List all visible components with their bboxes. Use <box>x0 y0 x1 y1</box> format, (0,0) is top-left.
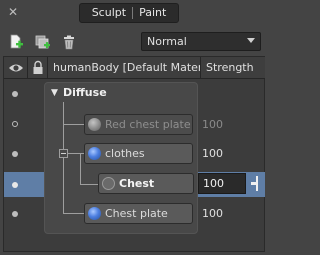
close-icon[interactable]: ✕ <box>6 5 20 19</box>
paint-mode-button[interactable]: Paint <box>133 4 172 22</box>
merge-layer-icon[interactable] <box>35 34 51 50</box>
eye-icon[interactable] <box>4 57 28 79</box>
layer-chest[interactable]: Chest <box>98 173 194 194</box>
blend-mode-value: Normal <box>147 35 187 48</box>
expand-arrow-icon[interactable]: ▼ <box>51 88 58 98</box>
layer-clothes[interactable]: clothes <box>84 143 193 164</box>
strength-slider-handle[interactable] <box>251 174 262 193</box>
material-name-column-header: humanBody [Default Material] <box>48 57 201 79</box>
mode-toggle: Sculpt Paint <box>79 3 179 23</box>
globe-icon <box>88 207 101 220</box>
layer-strength: 100 <box>202 207 223 220</box>
face-icon <box>102 177 115 190</box>
lock-icon[interactable] <box>28 57 48 79</box>
sculpt-mode-button[interactable]: Sculpt <box>86 4 132 22</box>
tree-line-branch <box>63 213 85 214</box>
globe-icon <box>88 147 101 160</box>
visibility-dot-chest[interactable] <box>12 182 18 188</box>
layer-label: Chest plate <box>105 207 168 220</box>
layers-header: humanBody [Default Material] Strength <box>4 57 265 79</box>
group-diffuse-label[interactable]: Diffuse <box>63 86 107 99</box>
layer-label: Chest <box>119 177 155 190</box>
tree-line-branch <box>80 184 99 185</box>
layer-chest-plate[interactable]: Chest plate <box>84 203 193 224</box>
tree-line-main <box>63 102 64 214</box>
layer-label: clothes <box>105 147 145 160</box>
visibility-dot-chest-plate[interactable] <box>12 211 18 217</box>
visibility-dot-diffuse[interactable] <box>12 91 18 97</box>
blend-mode-select[interactable]: Normal <box>141 32 261 51</box>
strength-input[interactable]: 100 <box>198 173 246 194</box>
visibility-dot-red-chest-plate[interactable] <box>12 121 18 127</box>
tree-line-sub <box>80 153 81 185</box>
new-layer-icon[interactable] <box>8 34 24 50</box>
globe-icon <box>88 118 101 131</box>
chevron-down-icon <box>247 38 255 43</box>
trash-icon[interactable] <box>61 34 77 50</box>
layer-strength: 100 <box>202 118 223 131</box>
layer-label: Red chest plate <box>105 118 191 131</box>
layer-red-chest-plate[interactable]: Red chest plate <box>84 114 193 135</box>
visibility-dot-clothes[interactable] <box>12 151 18 157</box>
layer-strength: 100 <box>202 147 223 160</box>
collapse-box-icon[interactable] <box>59 149 68 158</box>
strength-column-header: Strength <box>206 61 254 74</box>
tree-line-branch <box>68 153 85 154</box>
tree-line-branch <box>63 124 85 125</box>
